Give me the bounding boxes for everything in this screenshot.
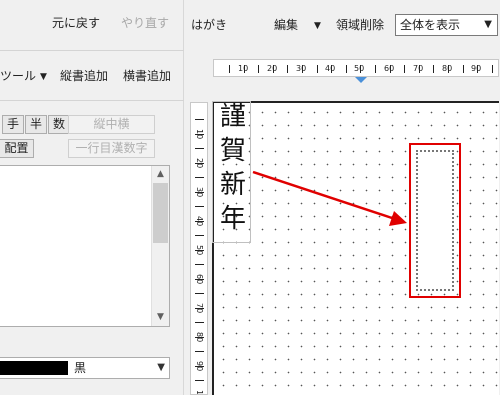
horizontal-text-add-button[interactable]: 横書追加 (123, 69, 171, 83)
editor-toolbar: はがき 編集 ▼ 領域削除 全体を表示 ▼ (185, 0, 500, 50)
tate-chuyoko-button[interactable]: 縦中横 (68, 115, 155, 134)
vertical-text-char: 年 (219, 204, 246, 234)
ruler-label: 90 (471, 64, 482, 73)
right-panel: はがき 編集 ▼ 領域削除 全体を表示 ▼ 10 20 30 40 50 60 70 80 90… (185, 0, 500, 395)
ruler-tick (346, 65, 347, 73)
ruler-label: 10 (195, 129, 204, 140)
delete-area-button[interactable]: 領域削除 (336, 18, 384, 32)
ruler-tick (404, 65, 405, 73)
view-select[interactable]: 全体を表示 ▼ (395, 14, 498, 36)
text-listbox[interactable]: ▲ ▼ (0, 165, 170, 327)
ruler-label: 20 (195, 158, 204, 169)
ruler-label: 70 (195, 303, 204, 314)
ruler-tick (195, 206, 204, 207)
ruler-label: 50 (195, 245, 204, 256)
listbox-scrollbar[interactable]: ▲ ▼ (151, 166, 169, 326)
suu-button[interactable]: 数 (48, 115, 70, 134)
ruler-tick (195, 322, 204, 323)
ruler-tick (195, 119, 204, 120)
scroll-down-icon[interactable]: ▼ (152, 309, 169, 326)
scroll-up-icon[interactable]: ▲ (152, 166, 169, 183)
ruler-label: 100 (195, 390, 204, 394)
divider (0, 100, 184, 101)
undo-redo-bar: 元に戻す やり直す (0, 0, 184, 34)
color-select[interactable]: 黒 ▼ (0, 357, 170, 379)
vertical-text-char: 新 (219, 170, 246, 200)
ruler-tick (258, 65, 259, 73)
edit-menu[interactable]: 編集 (274, 18, 298, 32)
redo-button[interactable]: やり直す (121, 16, 169, 30)
vertical-text-char: 賀 (219, 136, 246, 166)
ruler-label: 60 (384, 64, 395, 73)
ruler-label: 20 (267, 64, 278, 73)
ruler-tick (195, 235, 204, 236)
postcard-title: はがき (191, 18, 228, 32)
first-line-kansuji-button[interactable]: 一行目漢数字 (68, 139, 155, 158)
chevron-down-icon[interactable]: ▼ (484, 19, 492, 30)
vertical-text-add-button[interactable]: 縦書追加 (60, 69, 108, 83)
ruler-tick (317, 65, 318, 73)
ruler-tick (375, 65, 376, 73)
ruler-label: 60 (195, 274, 204, 285)
ruler-label: 80 (195, 332, 204, 343)
chevron-down-icon[interactable]: ▼ (157, 362, 165, 373)
divider (0, 50, 184, 51)
ruler-label: 30 (296, 64, 307, 73)
vertical-text-box[interactable]: 謹 賀 新 年 (212, 101, 251, 243)
color-name: 黒 (74, 361, 87, 375)
edit-chevron-down-icon[interactable]: ▼ (314, 21, 321, 31)
ruler-tick (195, 177, 204, 178)
ruler-position-marker (355, 77, 367, 83)
ruler-tick (195, 380, 204, 381)
ruler-label: 30 (195, 187, 204, 198)
ruler-tick (195, 293, 204, 294)
ruler-tick (492, 65, 493, 73)
tools-chevron-down-icon[interactable]: ▼ (40, 72, 47, 82)
ruler-label: 40 (325, 64, 336, 73)
te-button[interactable]: 手 (2, 115, 24, 134)
han-button[interactable]: 半 (25, 115, 47, 134)
ruler-tick (195, 264, 204, 265)
vertical-ruler: 10 20 30 40 50 60 70 80 90 100 (190, 102, 208, 395)
ruler-tick (229, 65, 230, 73)
insert-toolbar: ツール ▼ 縦書追加 横書追加 (0, 52, 184, 86)
ruler-tick (287, 65, 288, 73)
ruler-label: 50 (354, 64, 365, 73)
left-panel: 元に戻す やり直す ツール ▼ 縦書追加 横書追加 手 半 数 縦中横 配置 一… (0, 0, 184, 395)
ruler-tick (463, 65, 464, 73)
tools-menu[interactable]: ツール (0, 69, 36, 83)
vertical-text-char: 謹 (219, 102, 246, 132)
ruler-tick (195, 351, 204, 352)
ruler-label: 90 (195, 361, 204, 372)
view-select-label: 全体を表示 (400, 18, 461, 32)
highlight-target-box (409, 143, 461, 298)
new-text-area[interactable] (416, 150, 454, 291)
color-swatch (0, 361, 68, 375)
undo-button[interactable]: 元に戻す (52, 16, 100, 30)
ruler-tick (195, 148, 204, 149)
scroll-thumb[interactable] (153, 183, 168, 243)
ruler-tick (433, 65, 434, 73)
arrange-button[interactable]: 配置 (0, 139, 34, 158)
ruler-label: 70 (413, 64, 424, 73)
ruler-label: 80 (442, 64, 453, 73)
horizontal-ruler: 10 20 30 40 50 60 70 80 90 (213, 59, 499, 77)
ruler-label: 10 (238, 64, 249, 73)
ruler-label: 40 (195, 216, 204, 227)
